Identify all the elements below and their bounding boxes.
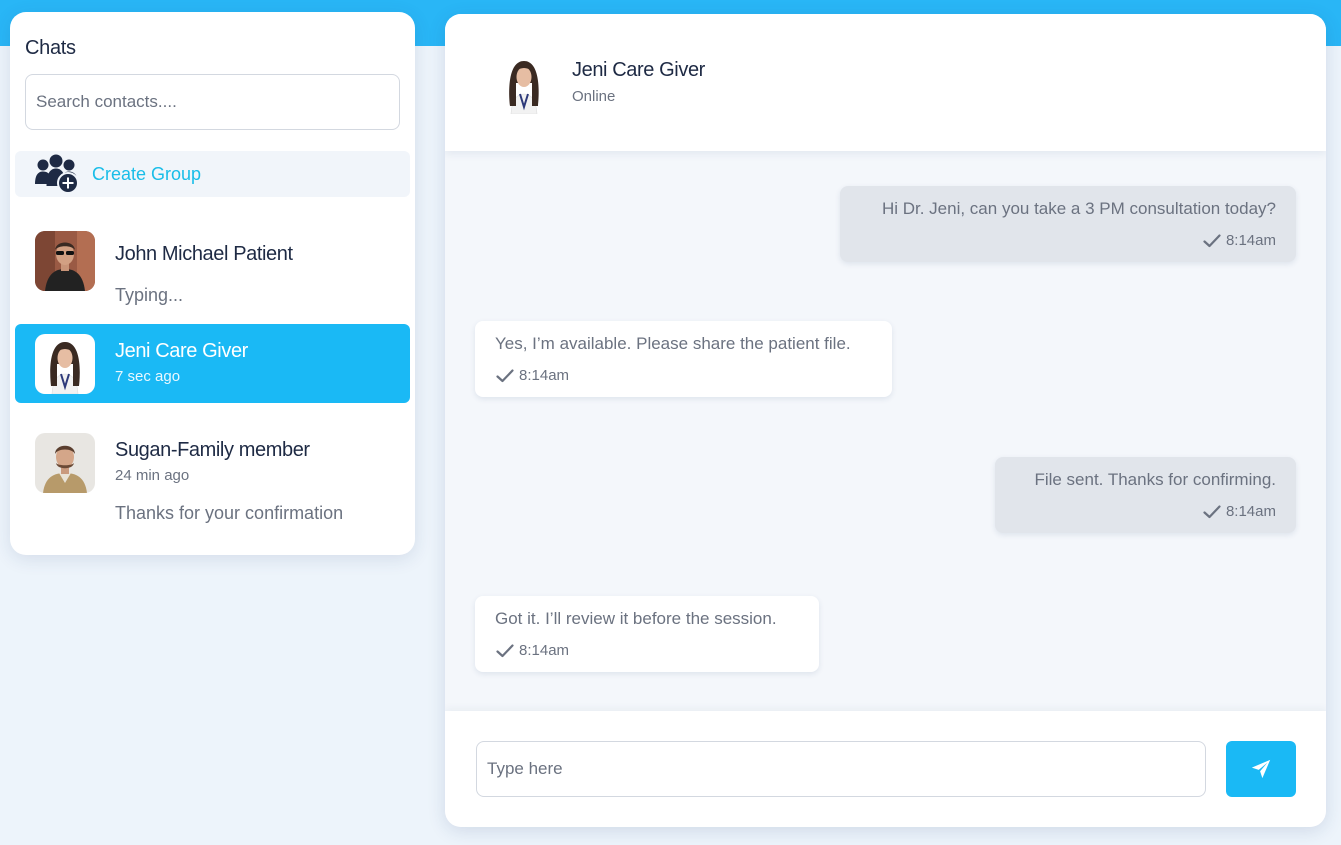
- check-icon: [1203, 233, 1221, 247]
- message-meta: 8:14am: [1203, 503, 1276, 520]
- chat-header: Jeni Care Giver Online: [445, 14, 1326, 151]
- create-group-button[interactable]: Create Group: [15, 151, 410, 197]
- send-button[interactable]: [1226, 741, 1296, 797]
- message-text: Got it. I’ll review it before the sessio…: [495, 609, 777, 628]
- message-bubble-sent: File sent. Thanks for confirming. 8:14am: [995, 457, 1296, 533]
- chat-contact-status: Online: [572, 88, 616, 105]
- chat-sidebar: Chats Create Group John Mich: [10, 12, 415, 555]
- search-contacts-input[interactable]: [25, 74, 400, 130]
- contact-last-message: Typing...: [115, 285, 184, 305]
- message-time: 8:14am: [519, 642, 570, 659]
- message-text: Hi Dr. Jeni, can you take a 3 PM consult…: [881, 199, 1276, 218]
- message-meta: 8:14am: [496, 642, 569, 659]
- contact-time: 7 sec ago: [115, 368, 181, 385]
- message-text: Yes, I’m available. Please share the pat…: [495, 334, 851, 353]
- message-text: File sent. Thanks for confirming.: [1034, 470, 1276, 489]
- contact-item-jeni[interactable]: Jeni Care Giver 7 sec ago: [15, 324, 410, 403]
- message-meta: 8:14am: [496, 367, 569, 384]
- message-bubble-received: Yes, I’m available. Please share the pat…: [475, 321, 892, 397]
- avatar: [35, 231, 95, 291]
- contact-last-message: Thanks for your confirmation: [115, 503, 344, 523]
- message-input[interactable]: [476, 741, 1206, 797]
- contact-time: 24 min ago: [115, 467, 190, 484]
- sidebar-title: Chats: [25, 37, 76, 59]
- avatar: [35, 334, 95, 394]
- avatar: [35, 433, 95, 493]
- chat-panel: Jeni Care Giver Online Hi Dr. Jeni, can …: [445, 14, 1326, 827]
- group-add-icon: [35, 154, 79, 194]
- check-icon: [496, 368, 514, 382]
- contact-item-sugan[interactable]: Sugan-Family member 24 min ago Thanks fo…: [15, 423, 410, 541]
- message-composer: [445, 711, 1326, 827]
- send-icon: [1251, 759, 1271, 779]
- message-bubble-received: Got it. I’ll review it before the sessio…: [475, 596, 819, 672]
- create-group-label: Create Group: [92, 163, 202, 184]
- chat-contact-name: Jeni Care Giver: [572, 59, 705, 81]
- message-meta: 8:14am: [1203, 232, 1276, 249]
- message-time: 8:14am: [519, 367, 570, 384]
- contact-name: Jeni Care Giver: [115, 340, 248, 362]
- contact-item-john-michael[interactable]: John Michael Patient Typing...: [15, 221, 410, 313]
- check-icon: [1203, 504, 1221, 518]
- avatar: [495, 52, 553, 114]
- message-time: 8:14am: [1225, 503, 1276, 520]
- contact-name: Sugan-Family member: [115, 439, 310, 461]
- message-time: 8:14am: [1225, 232, 1276, 249]
- check-icon: [496, 643, 514, 657]
- message-bubble-sent: Hi Dr. Jeni, can you take a 3 PM consult…: [840, 186, 1296, 262]
- contact-name: John Michael Patient: [115, 243, 293, 265]
